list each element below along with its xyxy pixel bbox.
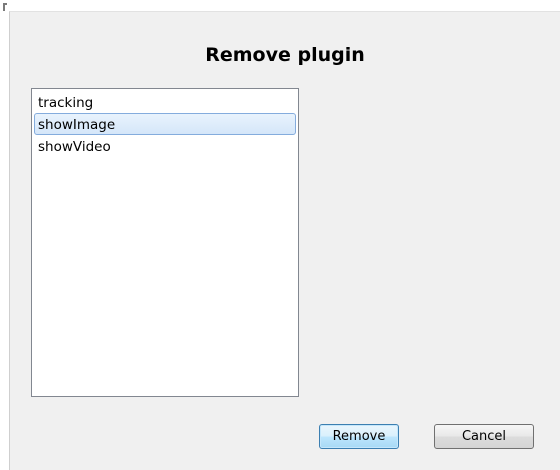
plugin-list-item-showvideo[interactable]: showVideo [34,135,296,157]
plugin-list[interactable]: tracking showImage showVideo [31,88,299,397]
cancel-button[interactable]: Cancel [434,424,534,449]
remove-button[interactable]: Remove [319,424,399,449]
window-background: Remove plugin tracking showImage showVid… [0,0,560,470]
plugin-list-item-tracking[interactable]: tracking [34,91,296,113]
window-top-edge [0,0,560,4]
remove-plugin-dialog: Remove plugin tracking showImage showVid… [9,11,560,470]
plugin-list-item-showimage[interactable]: showImage [34,113,296,135]
corner-mark [3,3,7,11]
dialog-title: Remove plugin [205,44,365,66]
